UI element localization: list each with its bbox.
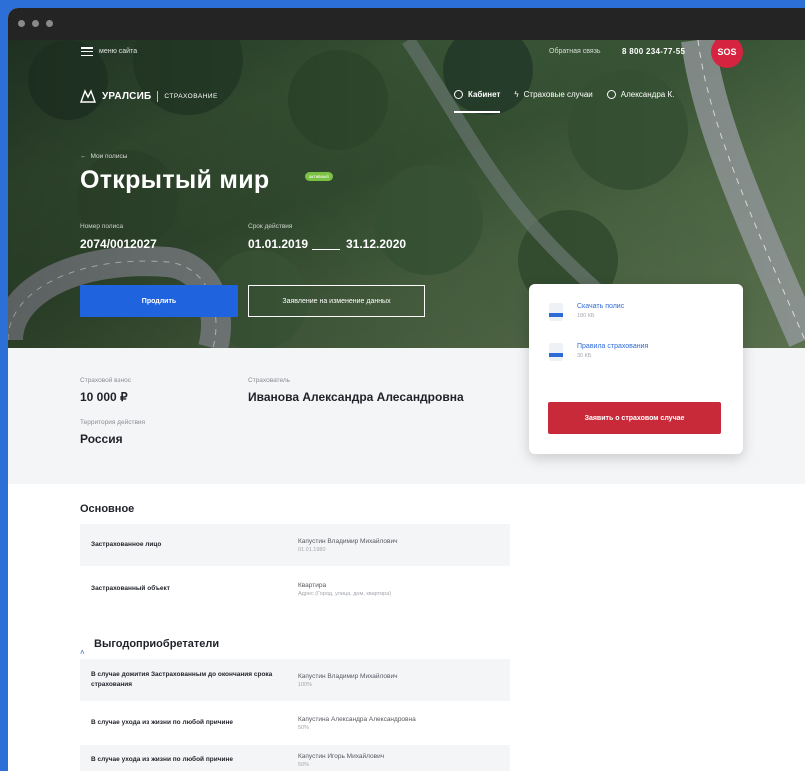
beneficiaries-title[interactable]: Выгодоприобретатели (94, 638, 219, 650)
table-row: Застрахованное лицо Капустин Владимир Ми… (80, 524, 510, 566)
table-row: В случае дожития Застрахованным до оконч… (80, 659, 510, 701)
sos-button[interactable]: SOS (711, 40, 743, 68)
status-badge: активный (305, 172, 333, 181)
page-title: Открытый мир (80, 166, 270, 194)
logo-mark-icon (80, 89, 96, 103)
breadcrumb[interactable]: ← Мои полисы (80, 153, 127, 160)
territory-label: Территория действия (80, 419, 146, 426)
extend-button[interactable]: Продлить (80, 285, 238, 317)
premium-label: Страховой взнос (80, 377, 131, 384)
doc-name: Правила страхования (577, 343, 649, 350)
lightning-icon: ϟ (514, 90, 519, 99)
period-dash (312, 249, 340, 250)
change-data-button[interactable]: Заявление на изменение данных (248, 285, 425, 317)
holder-value: Иванова Александра Алесандровна (248, 390, 464, 404)
breadcrumb-label: Мои полисы (90, 153, 128, 160)
callback-link[interactable]: Обратная связь (549, 48, 601, 55)
row-subvalue: 50% (298, 762, 310, 768)
row-key: В случае ухода из жизни по любой причине (91, 719, 234, 726)
site-menu-button[interactable]: меню сайта (81, 47, 137, 56)
table-row: В случае ухода из жизни по любой причине… (80, 703, 510, 743)
policy-number-label: Номер полиса (80, 223, 124, 230)
row-subvalue: Адрес (Город, улица, дом, квартира) (298, 591, 392, 597)
premium-value: 10 000 ₽ (80, 390, 128, 404)
row-subvalue: 01.01.1980 (298, 547, 326, 553)
row-key: В случае дожития Застрахованным до оконч… (91, 671, 273, 688)
documents-card: Скачать полис 180 КБ Правила страхования… (529, 284, 743, 454)
user-icon (606, 90, 616, 99)
territory-value: Россия (80, 432, 123, 446)
main-nav: Кабинет ϟ Страховые случаи Александра К. (454, 90, 675, 113)
row-value: Капустин Владимир Михайлович (298, 538, 398, 545)
shield-icon (454, 90, 463, 99)
nav-insurance-cases[interactable]: ϟ Страховые случаи (514, 90, 592, 107)
nav-user[interactable]: Александра К. (606, 90, 675, 107)
row-key: Застрахованное лицо (91, 541, 162, 548)
table-row: Застрахованный объект Квартира Адрес (Го… (80, 568, 510, 610)
row-value: Капустин Владимир Михайлович (298, 673, 398, 680)
row-value: Капустин Игорь Михайлович (298, 753, 385, 760)
nav-insurance-cases-label: Страховые случаи (523, 90, 593, 99)
logo-name: УРАЛСИБ (102, 90, 152, 102)
file-icon (549, 343, 563, 361)
row-value: Квартира (298, 582, 327, 589)
menu-label: меню сайта (99, 48, 138, 55)
window-close-dot[interactable] (18, 20, 25, 27)
main-section-title: Основное (80, 503, 135, 515)
window-titlebar (8, 8, 805, 40)
row-subvalue: 50% (298, 725, 310, 731)
doc-size: 180 КБ (577, 313, 595, 319)
download-policy-link[interactable]: Скачать полис 180 КБ (549, 303, 624, 321)
row-key: В случае ухода из жизни по любой причине (91, 756, 234, 763)
policy-period-label: Срок действия (248, 223, 293, 230)
insurance-rules-link[interactable]: Правила страхования 30 КБ (549, 343, 648, 361)
policy-number: 2074/0012027 (80, 237, 157, 251)
top-bar: меню сайта Обратная связь 8 800 234-77-5… (8, 40, 805, 72)
file-icon (549, 303, 563, 321)
row-value: Капустина Александра Алексaндровна (298, 716, 416, 723)
policy-period-end: 31.12.2020 (346, 237, 407, 251)
row-subvalue: 100% (298, 682, 313, 688)
chevron-up-icon[interactable]: ˄ (80, 648, 85, 657)
row-key: Застрахованный объект (91, 585, 170, 592)
policy-period-start: 01.01.2019 (248, 237, 309, 251)
report-claim-button[interactable]: Заявить о страховом случае (548, 402, 721, 434)
window-maximize-dot[interactable] (46, 20, 53, 27)
nav-user-label: Александра К. (620, 90, 675, 99)
hamburger-icon (81, 47, 93, 56)
doc-name: Скачать полис (577, 303, 625, 310)
logo-subtitle: СТРАХОВАНИЕ (164, 92, 218, 100)
uralsib-logo[interactable]: УРАЛСИБ СТРАХОВАНИЕ (80, 89, 218, 103)
doc-size: 30 КБ (577, 353, 592, 359)
arrow-left-icon: ← (80, 153, 87, 160)
table-row: В случае ухода из жизни по любой причине… (80, 745, 510, 771)
nav-cabinet[interactable]: Кабинет (454, 90, 501, 113)
browser-window: меню сайта Обратная связь 8 800 234-77-5… (8, 8, 805, 771)
holder-label: Страхователь (248, 377, 291, 384)
hotline-phone[interactable]: 8 800 234-77-55 (622, 47, 685, 56)
window-minimize-dot[interactable] (32, 20, 39, 27)
nav-cabinet-label: Кабинет (468, 90, 501, 99)
